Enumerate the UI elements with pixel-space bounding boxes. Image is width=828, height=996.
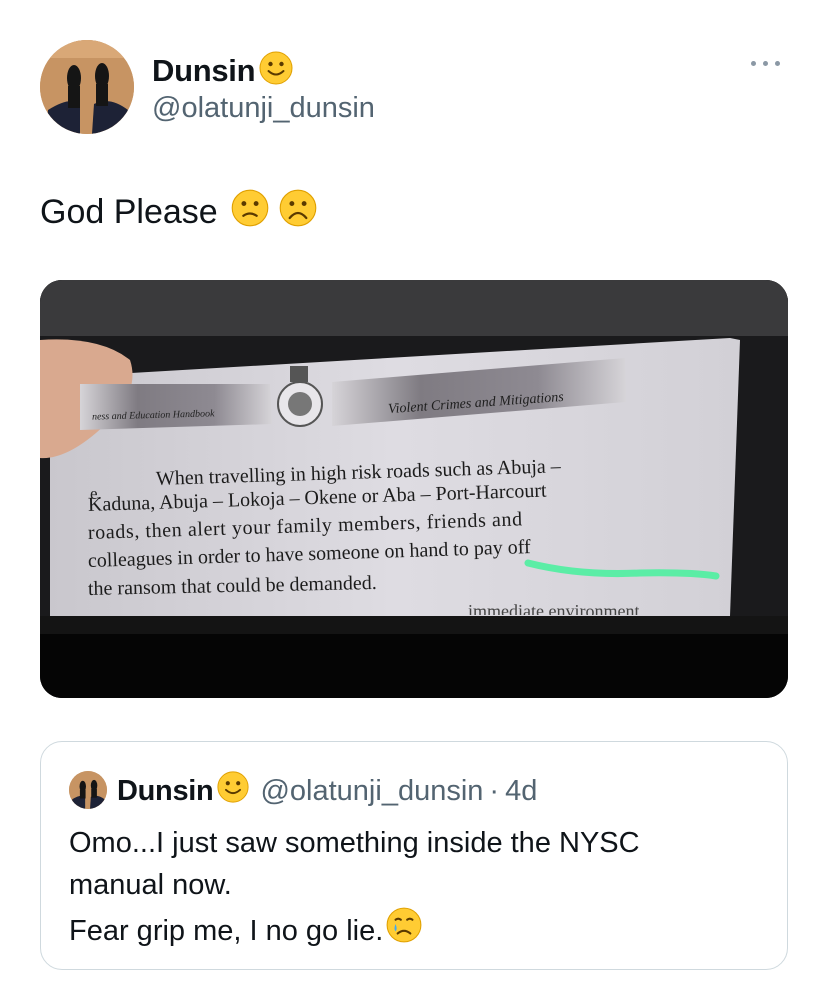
author-handle[interactable]: @olatunji_dunsin: [152, 92, 375, 125]
quoted-age[interactable]: 4d: [505, 775, 537, 808]
author-avatar[interactable]: [40, 40, 134, 134]
author-name[interactable]: Dunsin: [152, 53, 256, 89]
tweet-header: Dunsin @olatunji_dunsin: [40, 40, 788, 136]
quoted-line-1: Omo...I just saw something inside the NY…: [69, 827, 640, 859]
crying-face-icon: [385, 906, 423, 956]
tweet-text: God Please: [40, 188, 318, 237]
quoted-line-2: manual now.: [69, 869, 232, 901]
quoted-header: Dunsin @olatunji_dunsin · 4d: [117, 770, 537, 812]
quoted-author-avatar[interactable]: [69, 771, 107, 809]
author-name-row[interactable]: Dunsin: [152, 50, 294, 91]
more-options-icon[interactable]: [750, 56, 784, 70]
smiling-face-icon: [258, 50, 294, 91]
tweet-text-content: God Please: [40, 193, 218, 231]
slightly-frowning-face-icon: [230, 188, 270, 237]
quoted-author-handle[interactable]: @olatunji_dunsin: [260, 775, 483, 808]
quoted-text: Omo...I just saw something inside the NY…: [69, 822, 769, 956]
smiling-face-icon: [216, 770, 250, 812]
avatar-image: [40, 40, 134, 134]
quoted-line-3: Fear grip me, I no go lie.: [69, 915, 384, 947]
tweet-media-photo[interactable]: ness and Education Handbook Violent Crim…: [40, 280, 788, 698]
quoted-line-3-row: Fear grip me, I no go lie.: [69, 906, 769, 956]
quoted-author-name[interactable]: Dunsin: [117, 775, 214, 808]
manual-cut-line: immediate environment: [468, 601, 640, 615]
quoted-separator: ·: [489, 774, 500, 807]
frowning-face-icon: [278, 188, 318, 237]
quoted-tweet[interactable]: Dunsin @olatunji_dunsin · 4d Omo...I jus…: [40, 741, 788, 970]
